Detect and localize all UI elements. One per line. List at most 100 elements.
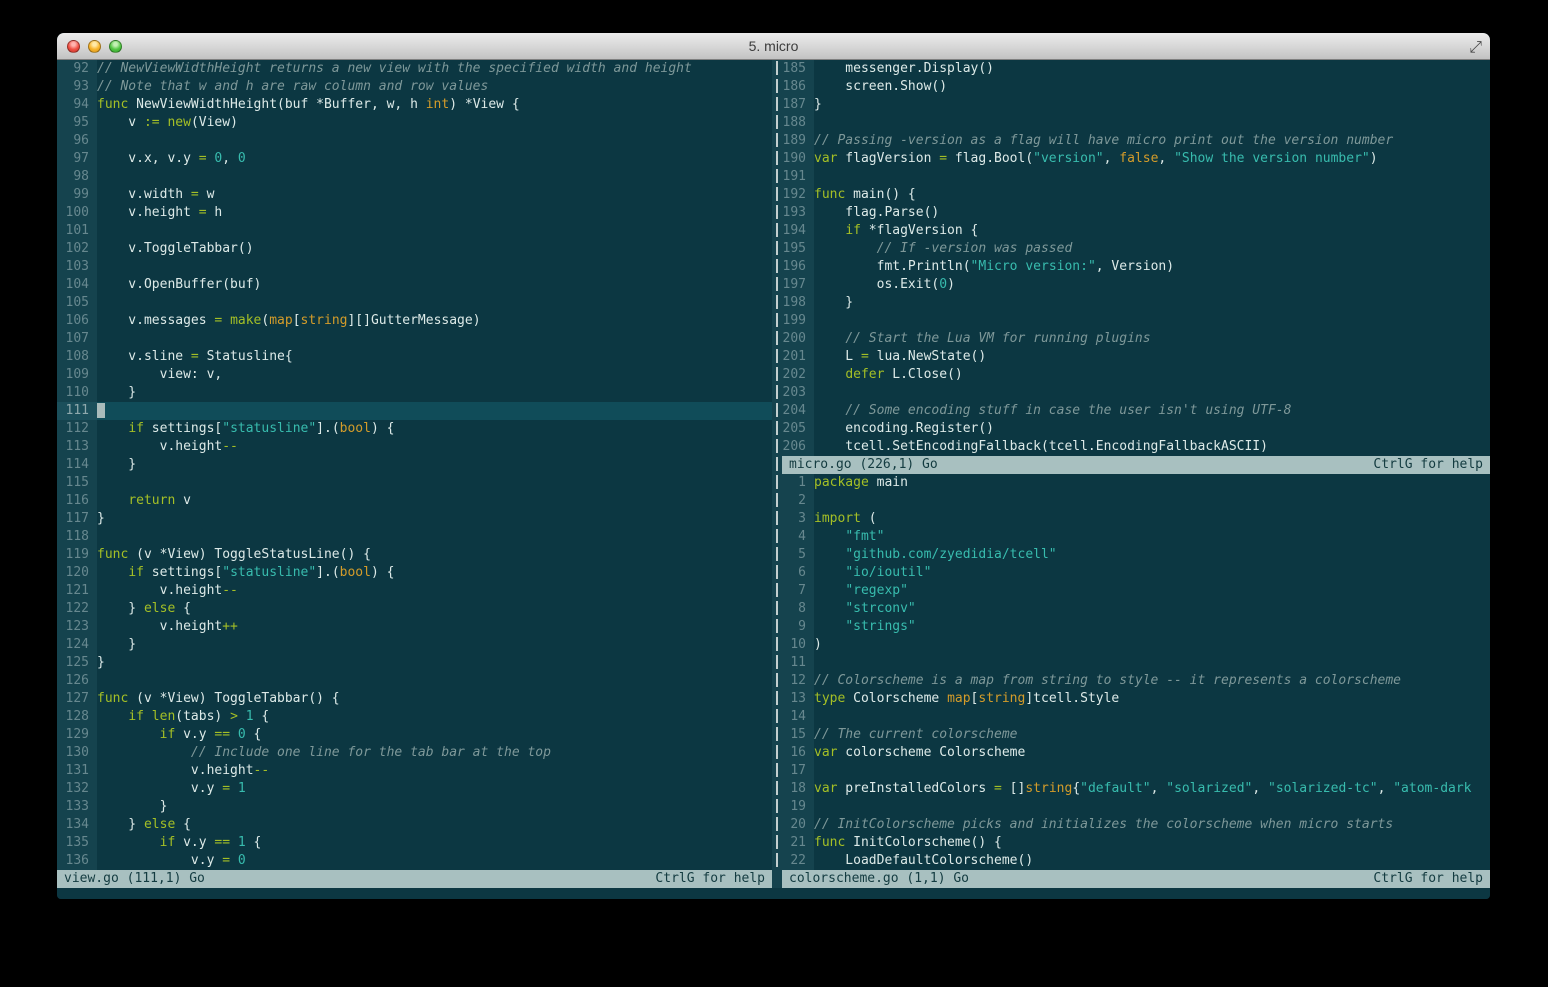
line-number: 16 xyxy=(782,744,814,762)
code-line[interactable]: 98 xyxy=(57,168,772,186)
code-line[interactable]: 193 flag.Parse() xyxy=(782,204,1490,222)
code-line[interactable]: 124 } xyxy=(57,636,772,654)
code-line[interactable]: 117} xyxy=(57,510,772,528)
code-line[interactable]: 92// NewViewWidthHeight returns a new vi… xyxy=(57,60,772,78)
code-line[interactable]: 126 xyxy=(57,672,772,690)
code-line[interactable]: 202 defer L.Close() xyxy=(782,366,1490,384)
code-line[interactable]: 16 var colorscheme Colorscheme xyxy=(782,744,1490,762)
code-line[interactable]: 22 LoadDefaultColorscheme() xyxy=(782,852,1490,870)
code-text: // Start the Lua VM for running plugins xyxy=(845,331,1151,346)
code-line[interactable]: 136 v.y = 0 xyxy=(57,852,772,870)
code-line[interactable]: 9 "strings" xyxy=(782,618,1490,636)
code-line[interactable]: 106 v.messages = make(map[string][]Gutte… xyxy=(57,312,772,330)
code-line[interactable]: 93// Note that w and h are raw column an… xyxy=(57,78,772,96)
code-line[interactable]: 13 type Colorscheme map[string]tcell.Styl… xyxy=(782,690,1490,708)
code-line[interactable]: 113 v.height-- xyxy=(57,438,772,456)
code-line[interactable]: 20// InitColorscheme picks and initializ… xyxy=(782,816,1490,834)
code-line[interactable]: 12// Colorscheme is a map from string to… xyxy=(782,672,1490,690)
code-line[interactable]: 4 "fmt" xyxy=(782,528,1490,546)
line-number: 1 xyxy=(782,474,814,492)
code-line[interactable]: 128 if len(tabs) > 1 { xyxy=(57,708,772,726)
code-line[interactable]: 7 "regexp" xyxy=(782,582,1490,600)
code-line[interactable]: 96 xyxy=(57,132,772,150)
code-line[interactable]: 114 } xyxy=(57,456,772,474)
code-line[interactable]: 135 if v.y == 1 { xyxy=(57,834,772,852)
code-line[interactable]: 1 package main xyxy=(782,474,1490,492)
code-line[interactable]: 104 v.OpenBuffer(buf) xyxy=(57,276,772,294)
code-line[interactable]: 195 // If -version was passed xyxy=(782,240,1490,258)
code-line[interactable]: 11 xyxy=(782,654,1490,672)
code-text: os.Exit(0) xyxy=(814,277,955,292)
code-line[interactable]: 185 messenger.Display() xyxy=(782,60,1490,78)
code-line[interactable]: 115 xyxy=(57,474,772,492)
code-line[interactable]: 131 v.height-- xyxy=(57,762,772,780)
code-line[interactable]: 125} xyxy=(57,654,772,672)
code-line[interactable]: 112 if settings["statusline"].(bool) { xyxy=(57,420,772,438)
code-line[interactable]: 108 v.sline = Statusline{ xyxy=(57,348,772,366)
code-line[interactable]: 5 "github.com/zyedidia/tcell" xyxy=(782,546,1490,564)
code-line[interactable]: 119 func (v *View) ToggleStatusLine() { xyxy=(57,546,772,564)
code-line[interactable]: 205 encoding.Register() xyxy=(782,420,1490,438)
code-text: v.height-- xyxy=(97,439,238,454)
code-line[interactable]: 101 xyxy=(57,222,772,240)
code-line[interactable]: 134 } else { xyxy=(57,816,772,834)
code-line[interactable]: 189// Passing -version as a flag will ha… xyxy=(782,132,1490,150)
code-line[interactable]: 132 v.y = 1 xyxy=(57,780,772,798)
code-line[interactable]: 187} xyxy=(782,96,1490,114)
code-text: L = lua.NewState() xyxy=(814,349,987,364)
code-line[interactable]: 10) xyxy=(782,636,1490,654)
code-line[interactable]: 102 v.ToggleTabbar() xyxy=(57,240,772,258)
line-number: 4 xyxy=(782,528,814,546)
code-line[interactable]: 110 } xyxy=(57,384,772,402)
code-line[interactable]: 201 L = lua.NewState() xyxy=(782,348,1490,366)
code-line[interactable]: 203 xyxy=(782,384,1490,402)
code-line[interactable]: 15// The current colorscheme xyxy=(782,726,1490,744)
code-line[interactable]: 123 v.height++ xyxy=(57,618,772,636)
code-line[interactable]: 188 xyxy=(782,114,1490,132)
code-text: // The current colorscheme xyxy=(814,727,1018,742)
code-line[interactable]: 99 v.width = w xyxy=(57,186,772,204)
code-line[interactable]: 14 xyxy=(782,708,1490,726)
code-line[interactable]: 197 os.Exit(0) xyxy=(782,276,1490,294)
code-line[interactable]: 3 import ( xyxy=(782,510,1490,528)
code-line[interactable]: 206 tcell.SetEncodingFallback(tcell.Enco… xyxy=(782,438,1490,456)
code-line[interactable]: 199 xyxy=(782,312,1490,330)
code-line[interactable]: 21 func InitColorscheme() { xyxy=(782,834,1490,852)
code-line[interactable]: 17 xyxy=(782,762,1490,780)
code-line[interactable]: 116 return v xyxy=(57,492,772,510)
code-line[interactable]: 19 xyxy=(782,798,1490,816)
code-line[interactable]: 194 if *flagVersion { xyxy=(782,222,1490,240)
code-line[interactable]: 95 v := new(View) xyxy=(57,114,772,132)
code-line[interactable]: 200 // Start the Lua VM for running plug… xyxy=(782,330,1490,348)
code-line[interactable]: 121 v.height-- xyxy=(57,582,772,600)
code-line[interactable]: 127 func (v *View) ToggleTabbar() { xyxy=(57,690,772,708)
code-line[interactable]: 6 "io/ioutil" xyxy=(782,564,1490,582)
code-line[interactable]: 103 xyxy=(57,258,772,276)
code-line[interactable]: 118 xyxy=(57,528,772,546)
code-line[interactable]: 105 xyxy=(57,294,772,312)
code-line[interactable]: 190 var flagVersion = flag.Bool("version"… xyxy=(782,150,1490,168)
code-line[interactable]: 8 "strconv" xyxy=(782,600,1490,618)
code-line[interactable]: 192 func main() { xyxy=(782,186,1490,204)
code-line[interactable]: 120 if settings["statusline"].(bool) { xyxy=(57,564,772,582)
code-line[interactable]: 122 } else { xyxy=(57,600,772,618)
code-line[interactable]: 204 // Some encoding stuff in case the u… xyxy=(782,402,1490,420)
code-line[interactable]: 97 v.x, v.y = 0, 0 xyxy=(57,150,772,168)
code-line[interactable]: 107 xyxy=(57,330,772,348)
code-line[interactable]: 94 func NewViewWidthHeight(buf *Buffer, w… xyxy=(57,96,772,114)
code-line[interactable]: 109 view: v, xyxy=(57,366,772,384)
code-line[interactable]: 196 fmt.Println("Micro version:", Versio… xyxy=(782,258,1490,276)
code-line[interactable]: 191 xyxy=(782,168,1490,186)
line-number: 189 xyxy=(782,132,814,150)
code-line[interactable]: 129 if v.y == 0 { xyxy=(57,726,772,744)
code-line[interactable]: 130 // Include one line for the tab bar … xyxy=(57,744,772,762)
code-line[interactable]: 18 var preInstalledColors = []string{"def… xyxy=(782,780,1490,798)
code-line[interactable]: 198 } xyxy=(782,294,1490,312)
code-line[interactable]: 133 } xyxy=(57,798,772,816)
code-line[interactable]: 2 xyxy=(782,492,1490,510)
code-line[interactable]: 111 xyxy=(57,402,772,420)
code-line[interactable]: 186 screen.Show() xyxy=(782,78,1490,96)
code-line[interactable]: 100 v.height = h xyxy=(57,204,772,222)
fullscreen-icon[interactable]: ⤢ xyxy=(1469,34,1482,60)
